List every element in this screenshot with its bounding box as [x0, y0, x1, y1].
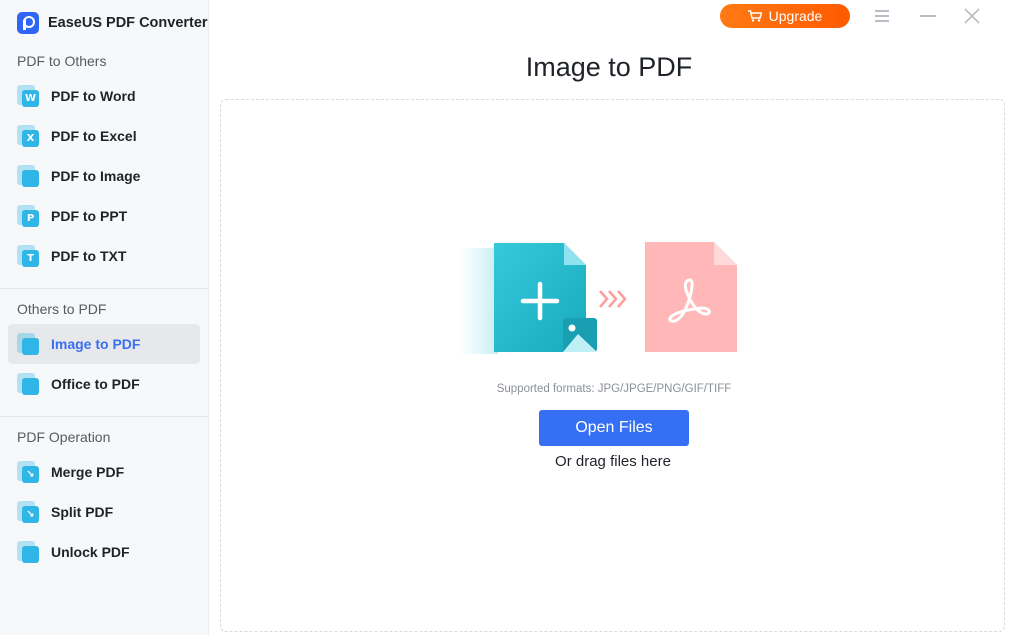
close-icon — [964, 8, 980, 24]
sidebar-item-pdf-to-excel[interactable]: X PDF to Excel — [8, 116, 200, 156]
sidebar: EaseUS PDF Converter PDF to Others W PDF t… — [0, 0, 209, 635]
upgrade-label: Upgrade — [768, 8, 823, 24]
file-drop-zone[interactable] — [220, 99, 1005, 632]
sidebar-item-pdf-to-ppt[interactable]: P PDF to PPT — [8, 196, 200, 236]
sidebar-item-unlock-pdf[interactable]: Unlock PDF — [8, 532, 200, 572]
sidebar-item-label: PDF to TXT — [51, 248, 127, 264]
sidebar-item-label: Image to PDF — [51, 336, 141, 352]
app-title: EaseUS PDF Converter — [48, 15, 208, 31]
sidebar-item-pdf-to-word[interactable]: W PDF to Word — [8, 76, 200, 116]
excel-icon: X — [17, 125, 39, 147]
menu-icon — [875, 10, 889, 12]
app-logo-icon — [17, 12, 39, 34]
sidebar-item-split-pdf[interactable]: ↘ Split PDF — [8, 492, 200, 532]
section-title: PDF Operation — [17, 429, 111, 445]
sidebar-item-label: PDF to Word — [51, 88, 136, 104]
word-icon: W — [17, 85, 39, 107]
image-to-pdf-icon — [17, 333, 39, 355]
image-icon — [17, 165, 39, 187]
drag-hint: Or drag files here — [555, 453, 671, 470]
app-header: EaseUS PDF Converter — [0, 0, 208, 46]
supported-formats: Supported formats: JPG/JPGE/PNG/GIF/TIFF — [496, 383, 732, 395]
sidebar-divider — [0, 416, 208, 417]
sidebar-item-label: PDF to PPT — [51, 208, 128, 224]
upgrade-button[interactable]: Upgrade — [720, 4, 850, 28]
section-title: PDF to Others — [17, 53, 107, 69]
arrows-icon — [599, 290, 627, 308]
menu-icon — [875, 20, 889, 22]
menu-icon — [875, 15, 889, 17]
menu-button[interactable] — [872, 6, 892, 26]
sidebar-item-label: Office to PDF — [51, 376, 140, 392]
sidebar-item-pdf-to-image[interactable]: PDF to Image — [8, 156, 200, 196]
ppt-icon: P — [17, 205, 39, 227]
sidebar-item-label: Merge PDF — [51, 464, 125, 480]
sidebar-nav: PDF to Others W PDF to Word X PDF to Excel PD… — [0, 46, 208, 572]
sidebar-item-label: PDF to Image — [51, 168, 141, 184]
merge-icon: ↘ — [17, 461, 39, 483]
open-files-button[interactable]: Open Files — [539, 410, 689, 446]
sidebar-item-office-to-pdf[interactable]: Office to PDF — [8, 364, 200, 404]
sidebar-item-label: Unlock PDF — [51, 544, 130, 560]
page-title: Image to PDF — [525, 52, 693, 82]
split-icon: ↘ — [17, 501, 39, 523]
sidebar-item-merge-pdf[interactable]: ↘ Merge PDF — [8, 452, 200, 492]
sidebar-item-pdf-to-txt[interactable]: T PDF to TXT — [8, 236, 200, 276]
txt-icon: T — [17, 245, 39, 267]
sidebar-item-image-to-pdf[interactable]: Image to PDF — [8, 324, 200, 364]
unlock-icon — [17, 541, 39, 563]
cart-icon — [747, 10, 762, 22]
minimize-button[interactable] — [918, 6, 938, 26]
fade-shadow — [458, 248, 498, 354]
sidebar-item-label: PDF to Excel — [51, 128, 137, 144]
sidebar-item-label: Split PDF — [51, 504, 114, 520]
close-button[interactable] — [962, 6, 982, 26]
section-title: Others to PDF — [17, 301, 107, 317]
minimize-icon — [920, 15, 936, 17]
sidebar-divider — [0, 288, 208, 289]
image-to-pdf-illustration — [458, 242, 737, 354]
office-icon — [17, 373, 39, 395]
